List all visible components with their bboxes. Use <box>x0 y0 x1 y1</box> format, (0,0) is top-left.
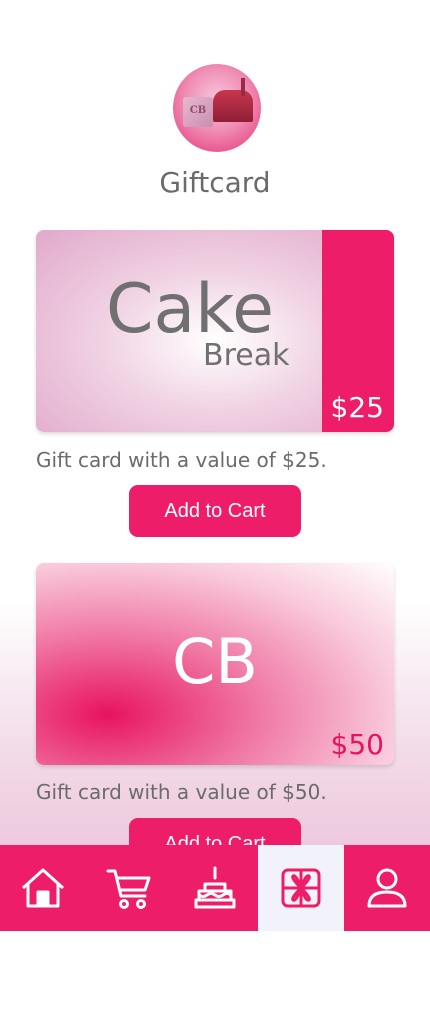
logo-box: CB <box>183 97 213 127</box>
card-description: Gift card with a value of $50. <box>36 780 327 804</box>
nav-home[interactable] <box>0 845 86 931</box>
giftcard-list[interactable]: CB Giftcard Cake Break $25 Gift card wit… <box>0 0 430 845</box>
add-to-cart-button[interactable]: Add to Cart <box>129 485 301 537</box>
home-icon <box>21 868 65 908</box>
nav-cart[interactable] <box>86 845 172 931</box>
card-price: $50 <box>330 728 384 761</box>
card-description: Gift card with a value of $25. <box>36 448 327 472</box>
giftcard-25-image[interactable]: Cake Break $25 <box>36 230 394 432</box>
user-icon <box>367 868 407 908</box>
nav-profile[interactable] <box>344 845 430 931</box>
page-title: Giftcard <box>159 166 271 199</box>
card-brand-sub: Break <box>203 338 290 373</box>
nav-giftcard[interactable] <box>258 845 344 931</box>
cake-icon <box>194 866 236 909</box>
gift-icon <box>281 868 321 908</box>
logo: CB <box>173 64 261 152</box>
mailbox-icon <box>213 90 253 122</box>
mailbox-flag <box>241 78 245 96</box>
card-brand-main: CB <box>172 625 258 698</box>
nav-cakes[interactable] <box>172 845 258 931</box>
logo-text: CB <box>189 105 207 116</box>
bottom-nav <box>0 845 430 931</box>
cart-icon <box>106 869 151 909</box>
card-price: $25 <box>330 391 384 424</box>
add-to-cart-button[interactable]: Add to Cart <box>129 818 301 845</box>
giftcard-50-image[interactable]: CB $50 <box>36 563 394 765</box>
